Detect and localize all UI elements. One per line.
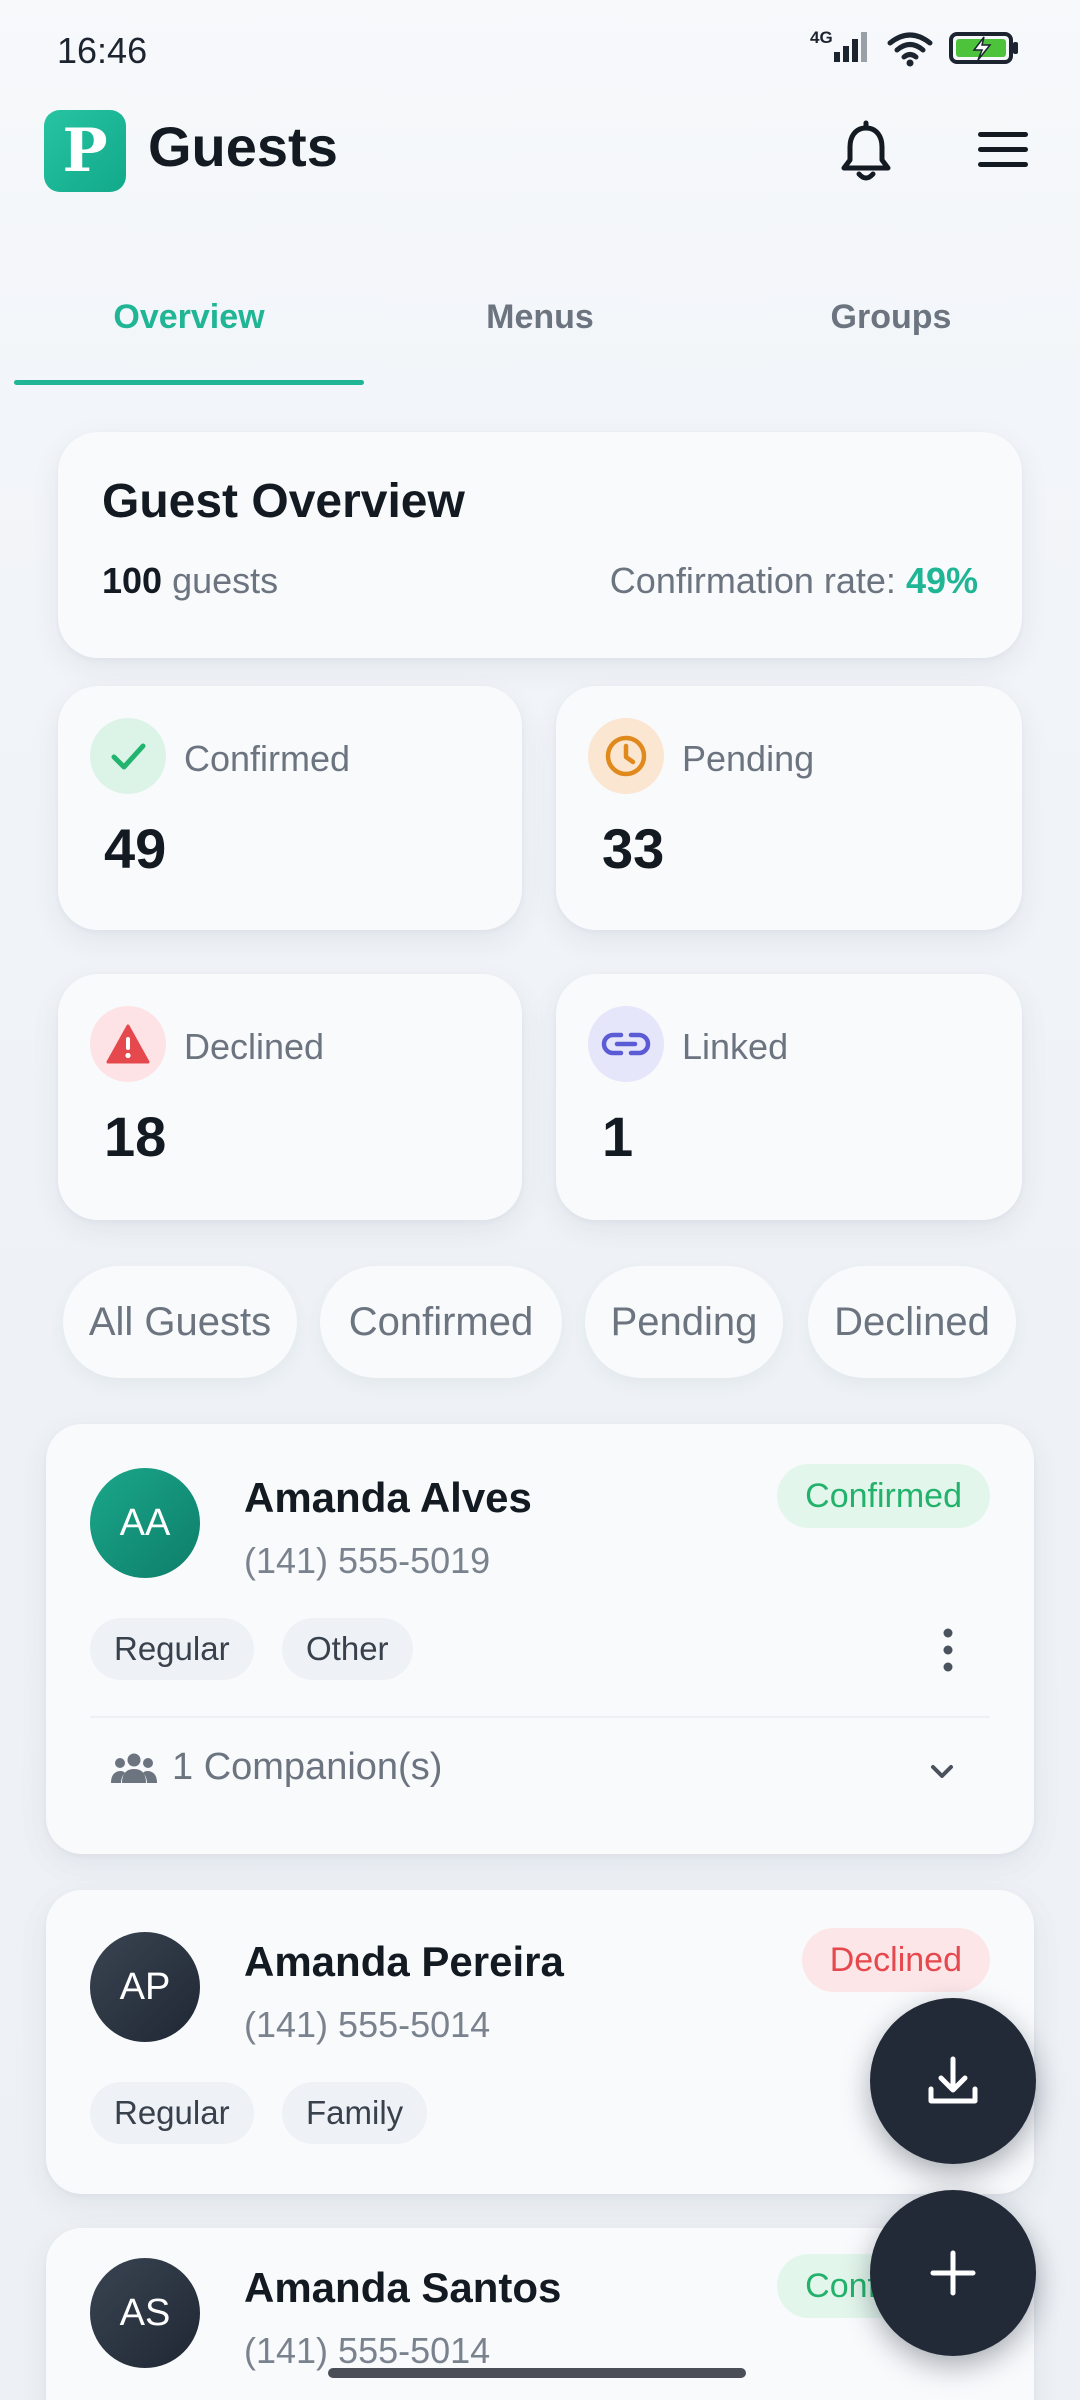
guest-tag: Other — [282, 1618, 413, 1680]
overview-title: Guest Overview — [102, 475, 465, 528]
stat-card-declined[interactable]: Declined 18 — [58, 974, 522, 1220]
stat-label: Pending — [682, 738, 815, 779]
filter-all-guests[interactable]: All Guests — [63, 1266, 297, 1378]
guest-name: Amanda Santos — [244, 2264, 562, 2311]
guest-name: Amanda Pereira — [244, 1938, 564, 1985]
stat-label: Declined — [184, 1026, 325, 1067]
guest-card[interactable]: AA Amanda Alves (141) 555-5019 Confirmed… — [46, 1424, 1034, 1854]
home-indicator[interactable] — [328, 2368, 746, 2378]
status-badge: Declined — [801, 1928, 990, 1992]
guest-word: guests — [172, 560, 279, 601]
screen: 16:46 4G P Guests Overview Menus Groups … — [0, 0, 1080, 2400]
companions-toggle[interactable]: 1 Companion(s) — [110, 1746, 442, 1789]
status-bar: 16:46 4G — [0, 0, 1080, 100]
page-title: Guests — [148, 115, 338, 178]
guest-overview-card: Guest Overview 100 guests Confirmation r… — [58, 432, 1022, 658]
stat-card-linked[interactable]: Linked 1 — [556, 974, 1022, 1220]
avatar: AA — [90, 1468, 200, 1578]
stat-card-confirmed[interactable]: Confirmed 49 — [58, 686, 522, 930]
stat-card-pending[interactable]: Pending 33 — [556, 686, 1022, 930]
plus-icon — [930, 2250, 976, 2296]
stat-value: 18 — [104, 1105, 167, 1168]
cellular-signal-icon: 4G — [810, 28, 872, 68]
notifications-button[interactable] — [838, 120, 894, 184]
guest-tag: Regular — [90, 1618, 254, 1680]
guest-total: 100 guests — [102, 560, 278, 602]
expand-button[interactable] — [922, 1752, 962, 1792]
filter-declined[interactable]: Declined — [808, 1266, 1016, 1378]
stat-value: 33 — [602, 817, 665, 880]
stat-value: 1 — [602, 1105, 634, 1168]
guest-count: 100 — [102, 560, 163, 601]
filter-pending[interactable]: Pending — [585, 1266, 783, 1378]
download-icon — [928, 2056, 978, 2104]
add-guest-button[interactable] — [870, 2190, 1036, 2356]
tab-bar: Overview Menus Groups — [0, 270, 1080, 390]
confirmation-rate: Confirmation rate: 49% — [610, 560, 978, 602]
people-icon — [111, 1753, 157, 1783]
confirmation-rate-label: Confirmation rate: — [609, 560, 896, 601]
app-logo: P — [44, 110, 126, 192]
guest-tag: Family — [282, 2082, 428, 2144]
guest-phone: (141) 555-5014 — [244, 2004, 491, 2045]
chevron-down-icon — [931, 1765, 953, 1778]
avatar: AS — [90, 2258, 200, 2368]
confirmation-rate-value: 49% — [905, 560, 978, 601]
hamburger-menu-icon — [978, 132, 1028, 167]
guest-phone: (141) 555-5019 — [244, 1540, 491, 1581]
guest-tag: Regular — [90, 2082, 254, 2144]
bell-icon — [841, 120, 891, 181]
status-icons: 4G — [810, 28, 1020, 68]
divider — [90, 1716, 990, 1718]
wifi-icon — [887, 32, 933, 67]
clock-icon — [588, 718, 664, 794]
export-button[interactable] — [870, 1998, 1036, 2164]
guest-name: Amanda Alves — [244, 1474, 532, 1521]
warning-icon — [90, 1006, 166, 1082]
avatar: AP — [90, 1932, 200, 2042]
companions-label: 1 Companion(s) — [172, 1746, 443, 1788]
battery-charging-icon — [949, 32, 1018, 64]
guest-phone: (141) 555-5014 — [244, 2330, 491, 2371]
check-icon — [90, 718, 166, 794]
tab-menus[interactable]: Menus — [360, 298, 720, 337]
app-header: P Guests — [0, 100, 1080, 240]
status-time: 16:46 — [57, 30, 148, 71]
stat-label: Linked — [682, 1026, 789, 1067]
tab-overview[interactable]: Overview — [9, 298, 369, 337]
link-icon — [588, 1006, 664, 1082]
filter-confirmed[interactable]: Confirmed — [320, 1266, 562, 1378]
stat-value: 49 — [104, 817, 167, 880]
more-options-button[interactable] — [928, 1620, 968, 1680]
more-vertical-icon — [943, 1628, 953, 1672]
stat-label: Confirmed — [184, 738, 351, 779]
menu-button[interactable] — [976, 126, 1030, 174]
active-tab-indicator — [14, 380, 364, 385]
status-badge: Confirmed — [777, 1464, 990, 1528]
tab-groups[interactable]: Groups — [711, 298, 1071, 337]
